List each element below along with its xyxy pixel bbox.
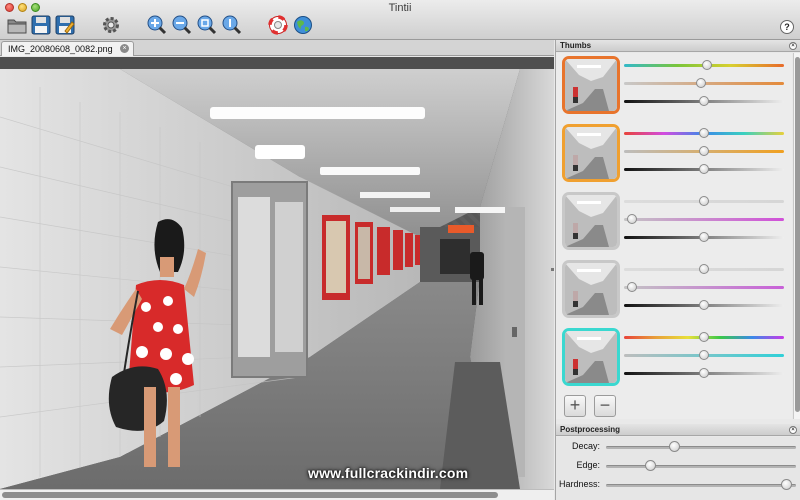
tint-slider-knob[interactable] [699,146,709,156]
save-icon[interactable] [31,15,51,35]
thumb-preview[interactable] [562,124,620,182]
website-globe-icon[interactable] [293,15,313,35]
window-title: Tintii [388,2,412,14]
tint-slider-knob[interactable] [696,78,706,88]
thumb-row [560,192,790,254]
thumbs-vertical-scrollbar[interactable] [793,53,800,419]
postprocessing-controls: Decay: Edge: Hardness: [556,437,800,500]
tint-slider-knob[interactable] [699,232,709,242]
thumb-row [560,260,790,322]
tint-slider-track[interactable] [624,218,784,221]
splitter-handle[interactable] [551,268,554,271]
tint-slider-knob[interactable] [699,350,709,360]
horizontal-scroll-thumb[interactable] [2,492,498,498]
tint-slider-knob[interactable] [699,332,709,342]
watermark-text: www.fullcrackindir.com [308,465,469,481]
app-window: Tintii ? IMG_20080608_0082.png × Thumbs … [0,0,800,500]
postprocessing-slider-track[interactable] [606,446,796,449]
tab-close-icon[interactable]: × [120,44,129,53]
tint-slider-knob[interactable] [699,196,709,206]
tint-slider-track[interactable] [624,286,784,289]
remove-thumb-button[interactable]: − [594,395,616,417]
vertical-scroll-thumb[interactable] [795,57,800,412]
thumb-preview[interactable] [562,192,620,250]
thumbs-panel-close-icon[interactable]: × [789,42,797,50]
save-as-icon[interactable] [55,15,75,35]
thumb-preview[interactable] [562,56,620,114]
settings-gear-icon[interactable] [101,15,121,35]
postprocessing-panel-title: Postprocessing [560,425,621,434]
thumbs-panel-header: Thumbs × [556,40,800,52]
zoom-in-icon[interactable] [147,15,167,35]
postprocessing-panel-header: Postprocessing × [556,424,800,436]
postprocessing-slider-knob[interactable] [781,479,793,490]
zoom-actual-icon[interactable] [222,15,242,35]
zoom-out-icon[interactable] [172,15,192,35]
thumb-row [560,56,790,118]
document-tab-strip: IMG_20080608_0082.png × [0,40,554,56]
postprocessing-slider-track[interactable] [606,484,796,487]
tint-slider-knob[interactable] [699,300,709,310]
image-canvas[interactable] [0,57,554,489]
postprocessing-slider-knob[interactable] [668,441,680,452]
postprocessing-label: Edge: [576,460,600,470]
tint-slider-knob[interactable] [627,214,637,224]
help-button[interactable]: ? [780,20,794,34]
thumb-row [560,328,790,390]
help-lifebuoy-icon[interactable] [268,15,288,35]
title-toolbar: Tintii ? [0,0,800,40]
zoom-fit-icon[interactable] [197,15,217,35]
thumb-row [560,124,790,186]
postprocessing-label: Decay: [571,441,600,451]
tint-slider-knob[interactable] [699,264,709,274]
document-tab-label: IMG_20080608_0082.png [8,44,113,54]
postprocessing-label: Hardness: [558,479,600,489]
thumb-preview[interactable] [562,260,620,318]
tint-slider-knob[interactable] [702,60,712,70]
thumbs-list [556,53,792,419]
side-panel: Thumbs × + − Postprocessing × Decay: Edge… [555,40,800,500]
tint-slider-knob[interactable] [627,282,637,292]
postprocessing-slider-knob[interactable] [645,460,657,471]
subway-tunnel-photo [0,57,554,489]
document-tab[interactable]: IMG_20080608_0082.png × [1,41,134,56]
postprocessing-panel-close-icon[interactable]: × [789,426,797,434]
open-icon[interactable] [7,15,27,35]
canvas-horizontal-scrollbar[interactable] [0,489,554,500]
thumb-preview[interactable] [562,328,620,386]
tint-slider-knob[interactable] [699,368,709,378]
postprocessing-slider-track[interactable] [606,465,796,468]
tint-slider-knob[interactable] [699,128,709,138]
thumbs-panel-title: Thumbs [560,41,592,50]
add-thumb-button[interactable]: + [564,395,586,417]
tint-slider-knob[interactable] [699,164,709,174]
tint-slider-knob[interactable] [699,96,709,106]
